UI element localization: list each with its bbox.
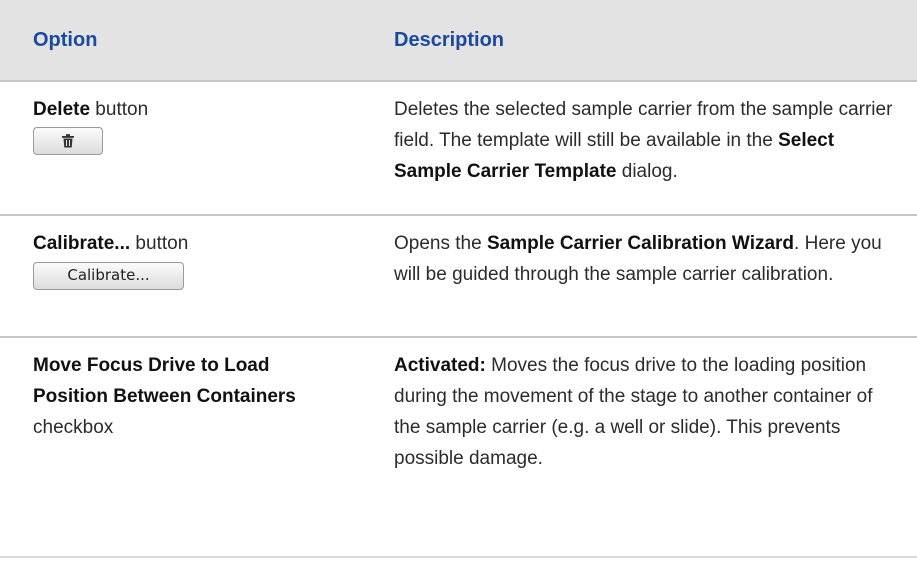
option-suffix: button bbox=[90, 99, 149, 120]
trash-icon bbox=[62, 134, 74, 148]
description-cell: Activated: Moves the focus drive to the … bbox=[394, 350, 894, 474]
option-suffix: checkbox bbox=[33, 417, 114, 438]
desc-text: dialog. bbox=[616, 161, 678, 182]
header-option: Option bbox=[33, 28, 98, 51]
table-row: Calibrate... button Calibrate... Opens t… bbox=[0, 216, 917, 338]
description-cell: Deletes the selected sample carrier from… bbox=[394, 94, 894, 187]
options-table: Option Description Delete button Deletes… bbox=[0, 0, 917, 558]
option-name: Delete bbox=[33, 99, 91, 120]
table-row: Move Focus Drive to Load Position Betwee… bbox=[0, 338, 917, 558]
table-row: Delete button Deletes the selected sampl… bbox=[0, 82, 917, 216]
header-description: Description bbox=[394, 28, 505, 51]
option-name: Calibrate... bbox=[33, 233, 131, 254]
option-name: Move Focus Drive to Load Position Betwee… bbox=[33, 355, 296, 407]
description-cell: Opens the Sample Carrier Calibration Wiz… bbox=[394, 228, 894, 290]
option-suffix: button bbox=[130, 233, 189, 254]
table-header-row: Option Description bbox=[0, 0, 917, 82]
desc-text: Opens the bbox=[394, 233, 487, 254]
calibrate-button[interactable]: Calibrate... bbox=[33, 261, 184, 290]
desc-bold: Sample Carrier Calibration Wizard bbox=[486, 233, 795, 254]
desc-bold: Activated: bbox=[394, 355, 486, 376]
option-cell: Move Focus Drive to Load Position Betwee… bbox=[33, 350, 333, 443]
option-cell: Calibrate... button Calibrate... bbox=[33, 228, 363, 290]
delete-button[interactable] bbox=[33, 127, 103, 155]
option-cell: Delete button bbox=[33, 94, 363, 159]
